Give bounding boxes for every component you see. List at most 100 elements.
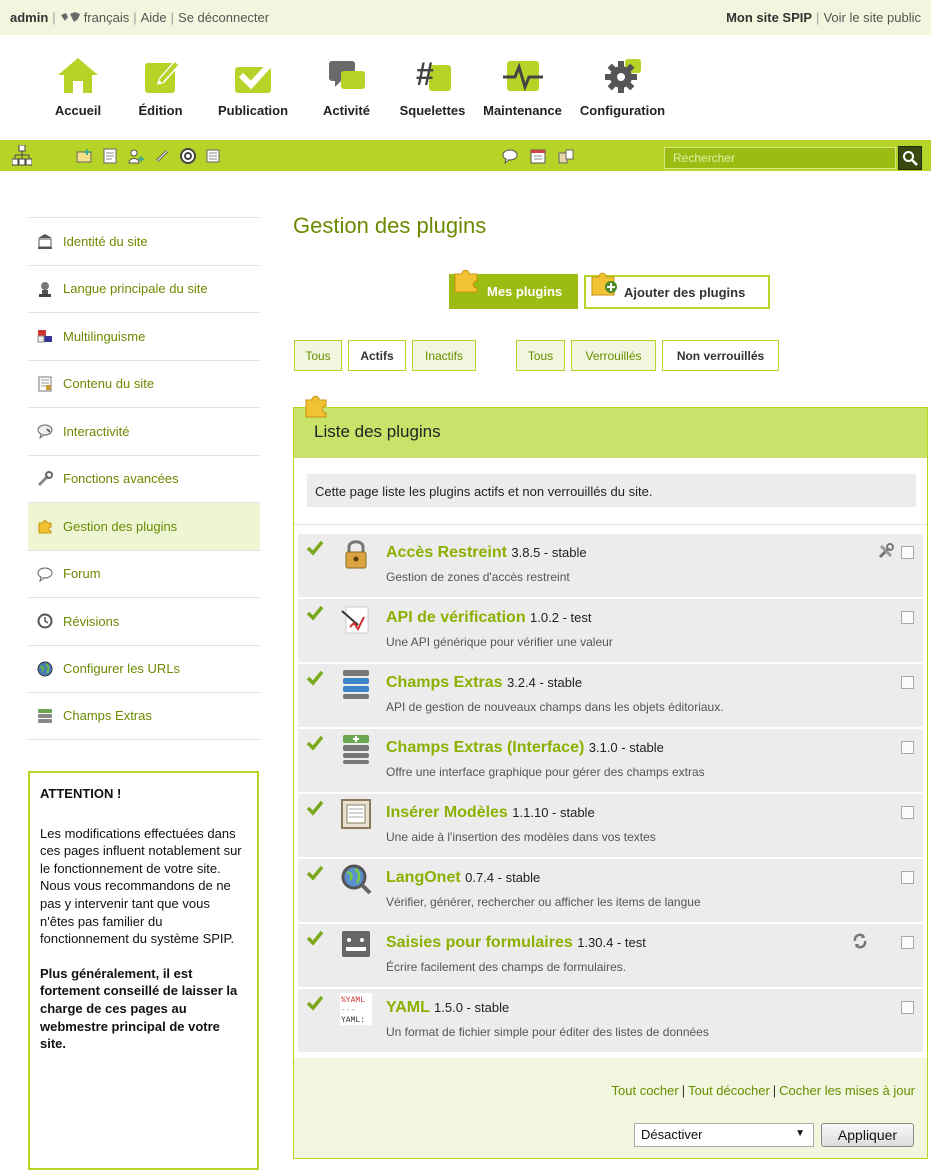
filter-non-verrouilles[interactable]: Non verrouillés — [662, 340, 779, 371]
attention-strong-text: Plus généralement, il est fortement cons… — [40, 965, 238, 1052]
plugin-row: Insérer Modèles 1.1.10 - stable Une aide… — [298, 794, 923, 858]
chevron-down-icon: ▼ — [795, 1128, 805, 1139]
sidebar-item-urls[interactable]: Configurer les URLs — [28, 644, 260, 693]
filter-tous-state[interactable]: Tous — [294, 340, 342, 371]
sitemap-icon[interactable] — [12, 144, 32, 167]
plugin-row: Champs Extras 3.2.4 - stable API de gest… — [298, 664, 923, 728]
plugin-name[interactable]: Saisies pour formulaires 1.30.4 - test — [386, 934, 646, 952]
nav-publication[interactable]: Publication — [203, 35, 303, 140]
wrench-icon — [37, 470, 53, 486]
tab-ajouter-plugins[interactable]: Ajouter des plugins — [584, 272, 770, 309]
search-button[interactable] — [898, 146, 922, 170]
sidebar-item-forum[interactable]: Forum — [28, 549, 260, 598]
sidebar-item-langue[interactable]: Langue principale du site — [28, 264, 260, 313]
sidebar-item-revisions[interactable]: Révisions — [28, 597, 260, 645]
plugin-description: Une API générique pour vérifier une vale… — [386, 635, 613, 649]
apply-button[interactable]: Appliquer — [821, 1123, 914, 1147]
plugin-name[interactable]: Champs Extras 3.2.4 - stable — [386, 674, 582, 692]
action-select[interactable]: Désactiver ▼ — [634, 1123, 814, 1147]
sidebar-item-champs-extras[interactable]: Champs Extras — [28, 692, 260, 740]
plugin-row: API de vérification 1.0.2 - test Une API… — [298, 599, 923, 663]
search-input[interactable] — [664, 147, 896, 169]
refresh-icon[interactable] — [851, 932, 869, 950]
new-section-icon[interactable] — [76, 148, 92, 164]
new-article-icon[interactable] — [102, 148, 118, 164]
plugin-name[interactable]: Accès Restreint 3.8.5 - stable — [386, 544, 587, 562]
verification-icon — [341, 606, 369, 634]
sidebar-item-interactivite[interactable]: Interactivité — [28, 407, 260, 455]
calendar-icon[interactable] — [530, 148, 546, 164]
check-all-link[interactable]: Tout cocher — [612, 1083, 679, 1098]
plugin-checkbox[interactable] — [901, 1001, 914, 1014]
plugin-name[interactable]: API de vérification 1.0.2 - test — [386, 609, 591, 627]
checkmark-icon — [306, 605, 324, 621]
sidebar-item-gestion-plugins[interactable]: Gestion des plugins — [28, 502, 260, 550]
plugin-name[interactable]: Insérer Modèles 1.1.10 - stable — [386, 804, 595, 822]
plugin-checkbox[interactable] — [901, 806, 914, 819]
search-icon — [903, 151, 918, 166]
new-mention-icon[interactable] — [180, 147, 196, 164]
plugin-name[interactable]: LangOnet 0.7.4 - stable — [386, 869, 540, 887]
sidebar-item-fonctions-avancees[interactable]: Fonctions avancées — [28, 454, 260, 503]
messaging-icon[interactable] — [558, 148, 574, 164]
footer-links: Tout cocher | Tout décocher | Cocher les mis… — [611, 1083, 915, 1098]
nav-accueil[interactable]: Accueil — [38, 35, 118, 140]
nav-edition[interactable]: Édition — [118, 35, 203, 140]
plugin-checkbox[interactable] — [901, 741, 914, 754]
site-name-link[interactable]: Mon site SPIP — [726, 10, 812, 25]
pencil-icon — [144, 60, 180, 93]
plugin-checkbox[interactable] — [901, 611, 914, 624]
sidebar-item-label: Identité du site — [63, 233, 148, 249]
page-title: Gestion des plugins — [293, 213, 487, 238]
plugin-version: 0.7.4 - stable — [465, 870, 541, 885]
tools-icon[interactable] — [877, 542, 895, 560]
nav-squelettes[interactable]: # Squelettes — [390, 35, 475, 140]
sidebar-item-contenu[interactable]: Contenu du site — [28, 359, 260, 408]
content-page-icon — [38, 376, 52, 392]
hash-icon: # — [416, 56, 451, 92]
plugin-name[interactable]: YAML 1.5.0 - stable — [386, 999, 509, 1017]
filter-inactifs[interactable]: Inactifs — [412, 340, 476, 371]
plugin-row: %YAML --- YAML: YAML 1.5.0 - stable Un for… — [298, 989, 923, 1053]
check-updates-link[interactable]: Cocher les mises à jour — [779, 1083, 915, 1098]
plugin-checkbox[interactable] — [901, 871, 914, 884]
attention-title: ATTENTION ! — [40, 786, 122, 801]
plugin-checkbox[interactable] — [901, 676, 914, 689]
plugin-version: 1.0.2 - test — [530, 610, 592, 625]
nav-maintenance[interactable]: Maintenance — [475, 35, 570, 140]
plugin-description: Offre une interface graphique pour gérer… — [386, 765, 705, 779]
checkmark-icon — [306, 800, 324, 816]
sidebar-item-label: Interactivité — [63, 423, 130, 439]
username[interactable]: admin — [10, 10, 48, 25]
uncheck-all-link[interactable]: Tout décocher — [688, 1083, 770, 1098]
sidebar-item-multilinguisme[interactable]: Multilinguisme — [28, 312, 260, 360]
nav-activite[interactable]: Activité — [303, 35, 390, 140]
nav-label: Édition — [138, 103, 183, 118]
url-globe-icon — [37, 661, 53, 677]
chat-bubbles-icon — [328, 61, 365, 89]
new-author-icon[interactable] — [128, 148, 144, 164]
plugin-version: 1.30.4 - test — [577, 935, 646, 950]
top-bar: admin | français | Aide | Se déconnecter Mon s… — [0, 0, 931, 35]
nav-configuration[interactable]: Configuration — [570, 35, 675, 140]
language-link[interactable]: français — [84, 10, 130, 25]
forum-bubble-icon[interactable] — [502, 148, 518, 164]
logout-link[interactable]: Se déconnecter — [178, 10, 269, 25]
view-site-link[interactable]: Voir le site public — [823, 10, 921, 25]
magnifier-globe-icon — [341, 864, 372, 895]
plugin-name[interactable]: Champs Extras (Interface) 3.1.0 - stable — [386, 739, 664, 757]
plugin-description: Vérifier, générer, rechercher ou affiche… — [386, 895, 701, 909]
checkmark-icon — [306, 670, 324, 686]
help-link[interactable]: Aide — [141, 10, 167, 25]
tab-mes-plugins[interactable]: Mes plugins — [449, 269, 578, 309]
sidebar-item-identite[interactable]: Identité du site — [28, 217, 260, 265]
filter-tous-lock[interactable]: Tous — [516, 340, 565, 371]
new-document-icon[interactable] — [206, 148, 222, 164]
new-link-icon[interactable] — [154, 148, 170, 164]
plugin-row: Saisies pour formulaires 1.30.4 - test É… — [298, 924, 923, 988]
plugin-checkbox[interactable] — [901, 546, 914, 559]
plugin-checkbox[interactable] — [901, 936, 914, 949]
filter-actifs[interactable]: Actifs — [348, 340, 406, 371]
filter-verrouilles[interactable]: Verrouillés — [571, 340, 656, 371]
plugin-list: Accès Restreint 3.8.5 - stable Gestion d… — [298, 534, 923, 1053]
